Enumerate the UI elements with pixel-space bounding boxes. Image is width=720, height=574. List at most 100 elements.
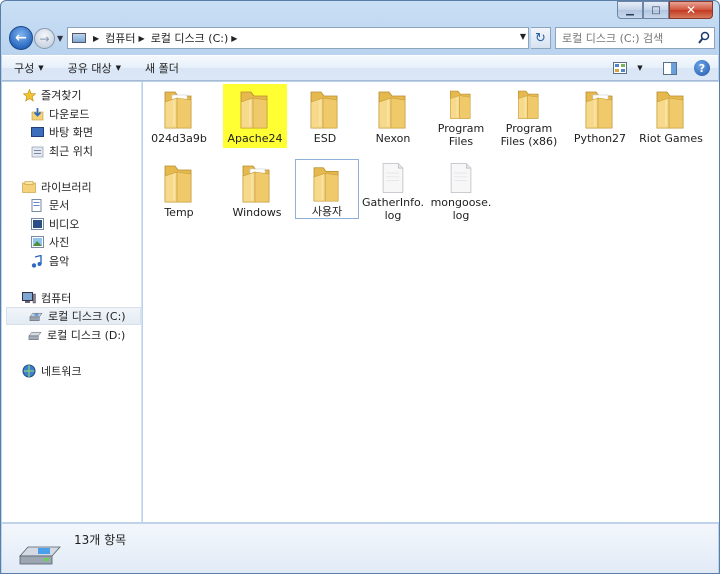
file-item[interactable]: 사용자 <box>295 159 359 219</box>
folder-icon <box>518 90 539 119</box>
file-name-line: 024d3a9b <box>151 132 207 145</box>
share-button[interactable]: 공유 대상 ▼ <box>68 60 121 76</box>
folder-icon <box>656 91 684 129</box>
file-item[interactable]: Riot Games <box>635 84 707 148</box>
nav-recent[interactable]: 최근 위치 <box>30 142 140 160</box>
file-item[interactable]: Program Files (x86) <box>493 84 565 148</box>
view-options-button[interactable] <box>610 59 630 77</box>
caption-buttons: ▁ □ ✕ <box>617 1 713 21</box>
nav-label: 다운로드 <box>49 108 90 121</box>
recent-places-icon <box>30 144 44 158</box>
file-name: Apache24 <box>227 132 282 145</box>
nav-videos[interactable]: 비디오 <box>30 215 140 233</box>
history-dropdown-icon[interactable]: ▼ <box>57 34 63 43</box>
file-item[interactable]: Windows <box>221 158 293 222</box>
file-name-line: Riot Games <box>639 132 703 145</box>
file-list: 024d3a9b Apache24 ESD Nexon Program Files Prog… <box>143 82 719 522</box>
file-name-line: Temp <box>164 206 194 219</box>
file-name-line: Program <box>437 122 485 135</box>
nav-pictures[interactable]: 사진 <box>30 233 140 251</box>
nav-favorites[interactable]: 즐겨찾기 <box>22 86 140 104</box>
nav-label: 음악 <box>49 255 70 268</box>
status-bar: 13개 항목 <box>2 523 718 573</box>
nav-label: 바탕 화면 <box>49 126 93 139</box>
file-name: Program Files <box>438 122 484 148</box>
address-bar[interactable]: ▶ 컴퓨터 ▶ 로컬 디스크 (C:) ▶ ▼ <box>67 27 529 49</box>
computer-icon <box>22 291 36 305</box>
file-name: 024d3a9b <box>151 132 207 145</box>
breadcrumb-computer[interactable]: 컴퓨터 <box>105 30 135 46</box>
log-file-icon <box>450 163 472 193</box>
nav-label: 문서 <box>49 199 70 212</box>
system-drive-icon <box>29 309 43 323</box>
downloads-icon <box>30 107 44 121</box>
file-item[interactable]: 024d3a9b <box>143 84 215 148</box>
breadcrumb-drive-c[interactable]: 로컬 디스크 (C:) <box>151 30 229 46</box>
minimize-button[interactable]: ▁ <box>617 1 643 19</box>
file-name-line: 사용자 <box>311 205 343 218</box>
preview-pane-button[interactable] <box>660 59 680 77</box>
chevron-right-icon[interactable]: ▶ <box>231 34 237 43</box>
chevron-right-icon[interactable]: ▶ <box>93 34 99 43</box>
file-name: Program Files (x86) <box>501 122 558 148</box>
nav-desktop[interactable]: 바탕 화면 <box>30 123 140 141</box>
nav-network[interactable]: 네트워크 <box>22 362 140 380</box>
share-label: 공유 대상 <box>67 62 112 75</box>
file-name: Nexon <box>376 132 411 145</box>
nav-drive-d[interactable]: 로컬 디스크 (D:) <box>28 326 140 344</box>
file-name-line: Apache24 <box>227 132 283 145</box>
address-dropdown-icon[interactable]: ▼ <box>520 32 526 41</box>
file-item[interactable]: Python27 <box>564 84 636 148</box>
file-name-line: Nexon <box>375 132 411 145</box>
nav-libraries[interactable]: 라이브러리 <box>22 178 140 196</box>
nav-music[interactable]: 음악 <box>30 252 140 270</box>
file-item[interactable]: ESD <box>289 84 361 148</box>
system-drive-icon <box>19 546 61 565</box>
nav-label: 사진 <box>49 236 70 249</box>
chevron-right-icon[interactable]: ▶ <box>139 34 145 43</box>
folder-icon <box>164 165 192 203</box>
drive-icon <box>28 328 42 342</box>
search-icon[interactable] <box>698 31 710 45</box>
nav-label: 즐겨찾기 <box>41 89 82 102</box>
forward-button[interactable]: → <box>34 28 55 49</box>
organize-button[interactable]: 구성 ▼ <box>14 60 44 76</box>
nav-label: 네트워크 <box>41 365 82 378</box>
star-icon <box>22 88 36 102</box>
file-item[interactable]: GatherInfo. log <box>357 158 429 222</box>
file-item[interactable]: Apache24 <box>223 84 287 148</box>
file-name-line: ESD <box>313 132 337 145</box>
new-folder-label: 새 폴더 <box>145 62 179 75</box>
nav-documents[interactable]: 문서 <box>30 196 140 214</box>
file-item[interactable]: Program Files <box>425 84 497 148</box>
nav-computer[interactable]: 컴퓨터 <box>22 289 140 307</box>
pictures-icon <box>30 235 44 249</box>
refresh-icon[interactable]: ↻ <box>531 27 551 49</box>
back-button[interactable]: ← <box>9 26 33 50</box>
folder-icon <box>240 91 268 129</box>
item-count: 13개 항목 <box>74 533 127 547</box>
new-folder-button[interactable]: 새 폴더 <box>145 60 179 76</box>
file-item[interactable]: Nexon <box>357 84 429 148</box>
search-box[interactable] <box>555 27 715 49</box>
file-name: Windows <box>232 206 281 219</box>
libraries-icon <box>22 180 36 194</box>
file-item[interactable]: mongoose. log <box>425 158 497 222</box>
help-icon: ? <box>694 60 710 76</box>
view-dropdown-icon[interactable]: ▼ <box>634 59 646 77</box>
preview-pane-icon <box>663 61 677 75</box>
file-item[interactable]: Temp <box>143 158 215 222</box>
file-name-line: log <box>384 209 402 222</box>
search-input[interactable] <box>562 31 692 45</box>
folder-icon <box>585 91 613 129</box>
organize-label: 구성 <box>14 62 35 75</box>
close-button[interactable]: ✕ <box>669 1 713 19</box>
maximize-button[interactable]: □ <box>643 1 669 19</box>
nav-label: 로컬 디스크 (D:) <box>47 329 126 342</box>
nav-downloads[interactable]: 다운로드 <box>30 105 140 123</box>
help-button[interactable]: ? <box>692 59 712 77</box>
nav-drive-c[interactable]: 로컬 디스크 (C:) <box>6 307 141 325</box>
folder-icon <box>164 91 192 129</box>
nav-label: 최근 위치 <box>49 145 93 158</box>
file-name: ESD <box>314 132 336 145</box>
